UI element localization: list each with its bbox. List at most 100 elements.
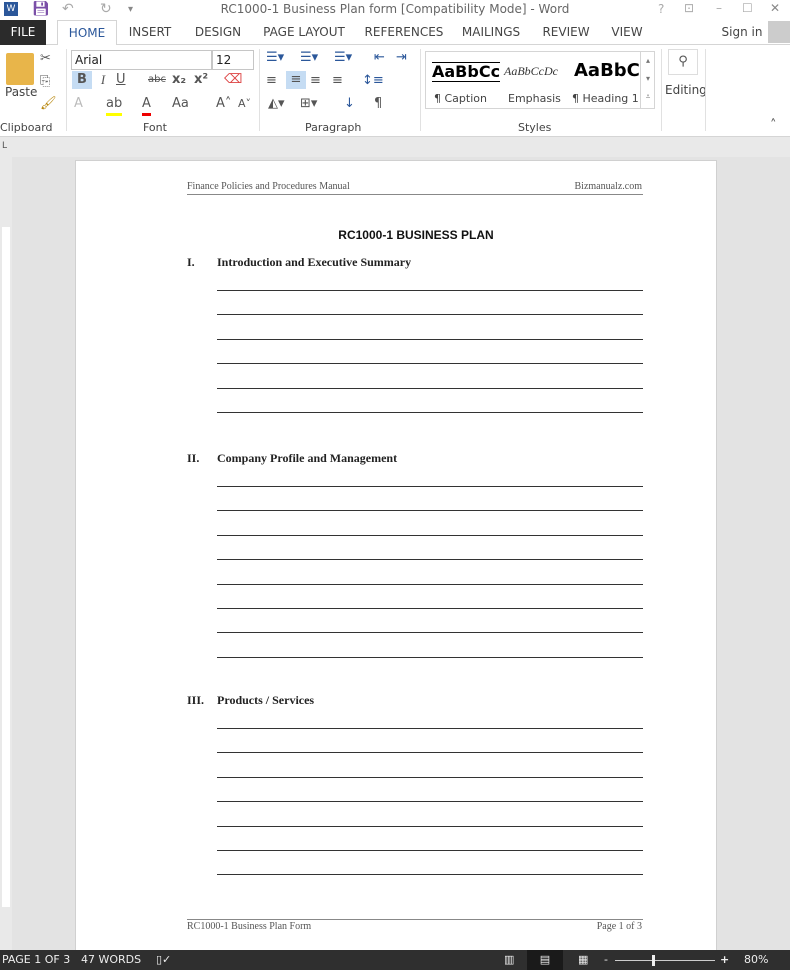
web-layout-icon[interactable]: ▦ [578,950,588,970]
blank-answer-line[interactable] [217,801,643,803]
tab-file[interactable]: FILE [0,20,46,45]
blank-answer-line[interactable] [217,656,643,658]
show-formatting-button[interactable]: ¶ [374,95,382,113]
zoom-slider-thumb[interactable] [652,955,655,966]
numbering-icon[interactable]: ☰▾ [300,49,318,67]
font-group-label: Font [143,121,167,134]
bullets-icon[interactable]: ☰▾ [266,49,284,67]
blank-answer-line[interactable] [217,314,643,316]
blank-answer-line[interactable] [217,776,643,778]
decrease-indent-icon[interactable]: ⇤ [374,49,385,67]
increase-indent-icon[interactable]: ⇥ [396,49,407,67]
copy-icon[interactable]: ⎘ [40,73,50,91]
italic-button[interactable]: I [96,71,110,89]
font-name-select[interactable]: Arial [71,50,212,70]
blank-answer-line[interactable] [217,412,643,413]
subscript-button[interactable]: x₂ [172,71,186,89]
tab-insert[interactable]: INSERT [122,20,178,45]
font-color-icon[interactable]: A [142,95,151,116]
avatar[interactable] [768,21,790,43]
paste-icon[interactable] [6,53,34,85]
blank-answer-line[interactable] [217,583,643,585]
align-left-icon[interactable]: ≡ [266,72,277,90]
tab-page-layout[interactable]: PAGE LAYOUT [258,20,350,45]
style-preview-heading1[interactable]: AaBbC [574,60,640,81]
superscript-button[interactable]: x² [194,71,208,89]
bold-button[interactable]: B [72,71,92,89]
sort-icon[interactable]: ↓ [344,95,355,113]
blank-answer-line[interactable] [217,728,643,729]
word-count[interactable]: 47 WORDS [81,950,141,970]
blank-answer-line[interactable] [217,290,643,291]
style-preview-emphasis[interactable]: AaBbCcDc [504,64,558,79]
style-heading1[interactable]: ¶ Heading 1 [572,92,639,105]
align-right-icon[interactable]: ≡ [310,72,321,90]
blank-answer-line[interactable] [217,874,643,876]
blank-answer-line[interactable] [217,559,643,561]
paste-button[interactable]: Paste [5,85,37,99]
line-spacing-icon[interactable]: ↕≡ [362,72,384,90]
help-button[interactable]: ? [658,2,664,16]
blank-answer-line[interactable] [217,338,643,340]
blank-answer-line[interactable] [217,534,643,536]
tab-mailings[interactable]: MAILINGS [458,20,524,45]
strikethrough-button[interactable]: abc [148,71,166,89]
minimize-button[interactable]: – [716,1,722,15]
zoom-level[interactable]: 80% [744,950,768,970]
style-preview-caption[interactable]: AaBbCc [432,62,501,82]
blank-answer-line[interactable] [217,850,643,851]
grow-font-button[interactable]: A˄ [216,95,231,113]
horizontal-ruler[interactable]: L [0,137,790,289]
blank-answer-line[interactable] [217,825,643,827]
zoom-out-button[interactable]: - [604,950,608,970]
clear-formatting-icon[interactable]: ⌫ [224,71,242,89]
align-center-icon[interactable]: ≡ [286,71,306,89]
format-painter-icon[interactable]: 🖌︎ [40,95,57,113]
section-number: III. [187,693,205,707]
zoom-in-button[interactable]: + [720,950,729,970]
page-count[interactable]: PAGE 1 OF 3 [2,950,70,970]
blank-answer-line[interactable] [217,752,643,754]
change-case-button[interactable]: Aa [172,95,189,113]
blank-answer-line[interactable] [217,387,643,389]
blank-answer-line[interactable] [217,510,643,512]
vertical-ruler[interactable] [0,157,12,950]
blank-answer-line[interactable] [217,608,643,609]
style-emphasis[interactable]: Emphasis [508,92,561,105]
ribbon-display-button[interactable]: ⊡ [684,1,694,15]
font-size-select[interactable]: 12 [212,50,254,70]
multilevel-list-icon[interactable]: ☰▾ [334,49,352,67]
styles-gallery: AaBbCc ¶ Caption AaBbCcDc Emphasis AaBbC… [425,51,655,109]
blank-answer-line[interactable] [217,632,643,634]
zoom-slider[interactable] [615,960,715,961]
borders-icon[interactable]: ⊞▾ [300,95,317,113]
close-button[interactable]: ✕ [770,1,780,15]
styles-scroll[interactable]: ▴ ▾ ⩡ [640,52,655,108]
tab-review[interactable]: REVIEW [540,20,592,45]
tab-home[interactable]: HOME [57,20,117,46]
maximize-button[interactable]: ☐ [742,1,753,15]
proofing-icon[interactable]: ▯✓ [156,950,171,970]
section-heading: Products / Services [217,693,315,707]
blank-answer-line[interactable] [217,486,643,487]
highlight-icon[interactable]: ab [106,95,123,116]
cut-icon[interactable]: ✂ [40,50,51,68]
underline-button[interactable]: U [116,71,126,89]
justify-icon[interactable]: ≡ [332,72,343,90]
find-binoculars-icon[interactable]: ⚲ [668,49,698,75]
sign-in-link[interactable]: Sign in [720,20,764,45]
collapse-ribbon-icon[interactable]: ˄ [770,117,777,135]
read-mode-icon[interactable]: ▥ [504,950,514,970]
document-page[interactable]: Finance Policies and Procedures Manual B… [75,160,717,960]
text-effects-icon[interactable]: A [74,95,83,113]
print-layout-icon[interactable]: ▤ [527,950,563,970]
shading-icon[interactable]: ◭▾ [268,95,285,113]
tab-design[interactable]: DESIGN [190,20,246,45]
tab-view[interactable]: VIEW [606,20,648,45]
blank-answer-line[interactable] [217,363,643,365]
tab-references[interactable]: REFERENCES [362,20,446,45]
editing-button[interactable]: Editing [665,83,707,97]
style-caption[interactable]: ¶ Caption [434,92,487,105]
shrink-font-button[interactable]: A˅ [238,95,251,113]
tab-selector[interactable]: L [2,141,7,151]
